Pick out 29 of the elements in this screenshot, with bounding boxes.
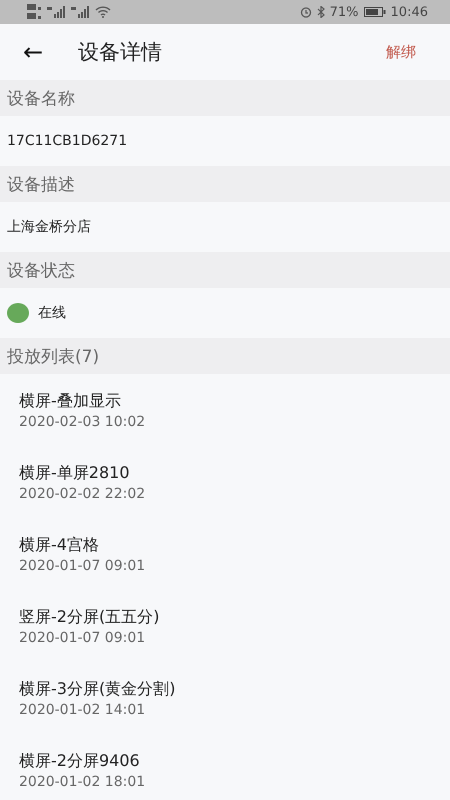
sim-icon xyxy=(27,3,41,21)
wifi-icon xyxy=(95,6,111,18)
item-date: 2020-01-07 09:01 xyxy=(19,558,146,574)
section-header: 投放列表(7) xyxy=(0,338,450,374)
item-title: 横屏-4宫格 xyxy=(19,534,100,556)
bluetooth-icon xyxy=(316,6,325,18)
unbind-button[interactable]: 解绑 xyxy=(386,42,416,62)
page-title: 设备详情 xyxy=(78,39,162,66)
item-title: 横屏-单屏2810 xyxy=(19,462,130,484)
item-date: 2020-02-02 22:02 xyxy=(19,486,146,502)
battery-icon xyxy=(364,7,386,17)
item-date: 2020-02-03 10:02 xyxy=(19,414,146,430)
item-date: 2020-01-02 18:01 xyxy=(19,774,146,790)
section-header: 设备描述 xyxy=(0,166,450,202)
signal-icon xyxy=(71,6,89,18)
status-text: 在线 xyxy=(38,304,66,322)
item-title: 横屏-3分屏(黄金分割) xyxy=(19,678,176,700)
section-header: 设备名称 xyxy=(0,80,450,116)
clock-time: 10:46 xyxy=(390,4,428,20)
item-date: 2020-01-07 09:01 xyxy=(19,630,146,646)
item-title: 竖屏-2分屏(五五分) xyxy=(19,606,160,628)
item-date: 2020-01-02 14:01 xyxy=(19,702,146,718)
back-button[interactable]: ← xyxy=(20,38,46,66)
section-header: 设备状态 xyxy=(0,252,450,288)
item-title: 横屏-叠加显示 xyxy=(19,390,122,412)
battery-percent: 71% xyxy=(330,4,359,20)
item-title: 横屏-2分屏9406 xyxy=(19,750,141,772)
alarm-icon xyxy=(300,6,312,18)
signal-icon xyxy=(47,6,65,18)
